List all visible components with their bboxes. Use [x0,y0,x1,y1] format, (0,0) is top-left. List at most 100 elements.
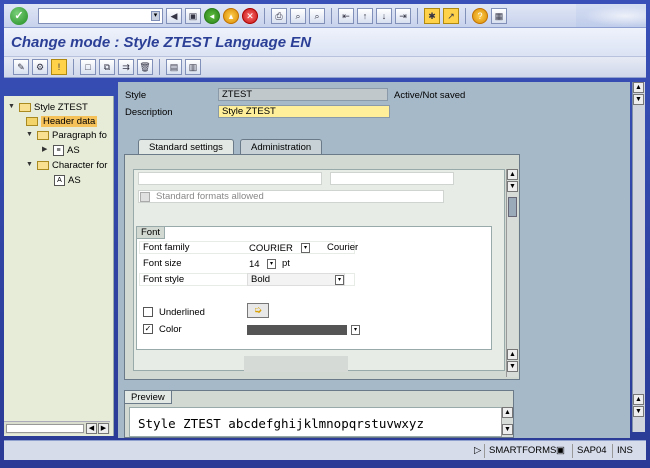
new-session-icon[interactable]: ✱ [424,7,440,24]
main-vertical-scrollbar[interactable]: ▲ ▼ ▲ ▼ [632,82,645,432]
font-size-field[interactable]: 14 [249,259,260,270]
tree-node-character-as[interactable]: A AS [54,173,81,187]
server-name: SAP04 [572,444,611,458]
color-dropdown-icon[interactable]: ▾ [351,325,360,335]
tree-node-label: Character for [52,159,108,171]
scroll-up-icon[interactable]: ▲ [633,82,644,93]
scroll-down-icon[interactable]: ▼ [633,94,644,105]
font-size-dropdown-icon[interactable]: ▾ [267,259,276,269]
toolbar-separator [73,59,74,75]
scroll-down-icon[interactable]: ▼ [507,361,518,372]
page-title: Change mode : Style ZTEST Language EN [11,34,312,51]
color-checkbox[interactable]: ✓ [143,324,153,334]
tree-node-label: AS [68,174,81,186]
preview-scrollbar[interactable]: ▲ ▼ [501,407,513,437]
scroll-up-icon[interactable]: ▲ [507,349,518,360]
blank-field [330,172,454,185]
save-icon[interactable]: ▣ [185,7,201,24]
folder-icon [26,116,38,126]
scroll-track[interactable] [6,423,84,433]
title-bar: Change mode : Style ZTEST Language EN [4,28,646,56]
back-arrow-icon[interactable]: ◀ [166,7,182,24]
delete-icon[interactable]: 🗑 [137,59,153,75]
style-field: ZTEST [218,88,388,101]
command-dropdown-icon[interactable]: ▾ [151,10,160,21]
scroll-left-icon[interactable]: ◀ [86,422,97,434]
print-icon[interactable]: ⎙ [271,7,287,24]
tree-toggle-icon[interactable]: ▤ [166,59,182,75]
style-tree: ▼ Style ZTEST Header data ▼ Paragraph fo… [4,96,114,436]
expand-icon[interactable]: ▼ [8,103,16,111]
tree-horizontal-scrollbar[interactable]: ◀ ▶ [4,421,110,434]
last-page-icon[interactable]: ⇥ [395,7,411,24]
folder-icon [37,130,49,140]
other-object-icon[interactable]: ⚙ [32,59,48,75]
folder-icon [37,160,49,170]
previous-page-icon[interactable]: ↑ [357,7,373,24]
expand-icon[interactable]: ▼ [26,131,34,139]
font-group: Font Font family COURIER ▾ Courier Font … [136,226,492,350]
scroll-down-icon[interactable]: ▼ [633,406,644,417]
scroll-right-icon[interactable]: ▶ [98,422,109,434]
expand-icon[interactable]: ▼ [26,161,34,169]
preview-box: Style ZTEST abcdefghijklmnopqrstuvwxyz [129,407,507,437]
blank-field [138,172,322,185]
tree-node-header-data[interactable]: Header data [26,114,98,128]
font-style-field[interactable]: Bold [247,273,345,286]
font-size-unit: pt [282,258,290,269]
scroll-up-icon[interactable]: ▲ [502,407,513,418]
font-size-label: Font size [143,258,182,269]
layout-icon[interactable]: ▦ [491,7,507,24]
status-bar: ▷ SMARTFORMS ▣ SAP04 INS [4,440,646,460]
tree-node-label: Paragraph fo [52,129,107,141]
cancel-icon[interactable]: ✕ [242,7,258,24]
underlined-checkbox[interactable] [143,307,153,317]
check-icon[interactable]: ! [51,59,67,75]
sap-logo-swirl [576,4,646,28]
shortcut-icon[interactable]: ↗ [443,7,459,24]
back-icon[interactable]: ◂ [204,7,220,24]
enter-icon[interactable]: ✓ [10,6,28,25]
scroll-thumb[interactable] [508,197,517,217]
scroll-down-icon[interactable]: ▼ [507,181,518,192]
color-field[interactable] [247,325,347,335]
first-page-icon[interactable]: ⇤ [338,7,354,24]
font-family-field[interactable]: COURIER [249,243,293,254]
help-icon[interactable]: ? [472,7,488,24]
standard-formats-checkbox[interactable] [140,192,150,202]
rename-icon[interactable]: ⇉ [118,59,134,75]
next-page-icon[interactable]: ↓ [376,7,392,24]
preview-panel: Preview Style ZTEST abcdefghijklmnopqrst… [124,390,514,438]
scroll-up-icon[interactable]: ▲ [633,394,644,405]
command-field[interactable]: ▾ [38,7,163,24]
tree-node-character-formats[interactable]: ▼ Character for [26,158,107,172]
toolbar-separator [331,7,332,24]
system-info-icon[interactable]: ▣ [556,444,565,458]
tree-node-label: Style ZTEST [34,101,88,113]
tree-node-label: AS [67,144,80,156]
create-icon[interactable]: □ [80,59,96,75]
exit-icon[interactable]: ▴ [223,7,239,24]
tree-node-paragraph-as[interactable]: ▶ ≡ AS [42,143,80,157]
tree-node-paragraph-formats[interactable]: ▼ Paragraph fo [26,128,107,142]
standard-formats-label: Standard formats allowed [156,191,264,202]
settings-icon[interactable]: ▥ [185,59,201,75]
description-field[interactable]: Style ZTEST [218,105,390,118]
collapsed-icon[interactable]: ▶ [42,146,50,154]
find-icon[interactable]: ⌕ [290,7,306,24]
tree-node-style[interactable]: ▼ Style ZTEST [8,100,88,114]
scroll-down-icon[interactable]: ▼ [502,424,513,435]
copy-icon[interactable]: ⧉ [99,59,115,75]
underline-details-button[interactable]: ➭ [247,303,269,318]
color-label: Color [159,324,182,335]
font-style-dropdown-icon[interactable]: ▾ [335,275,344,285]
find-next-icon[interactable]: ⌕ [309,7,325,24]
display-change-icon[interactable]: ✎ [13,59,29,75]
settings-vertical-scrollbar[interactable]: ▲ ▼ ▲ ▼ [506,169,518,377]
system-toolbar: ✓ ▾ ◀ ▣ ◂ ▴ ✕ ⎙ ⌕ ⌕ ⇤ ↑ ↓ ⇥ ✱ ↗ ? ▦ [4,4,646,28]
tree-node-label: Header data [41,115,98,127]
scroll-up-icon[interactable]: ▲ [507,169,518,180]
toolbar-separator [465,7,466,24]
font-family-dropdown-icon[interactable]: ▾ [301,243,310,253]
blank-field [244,356,348,372]
